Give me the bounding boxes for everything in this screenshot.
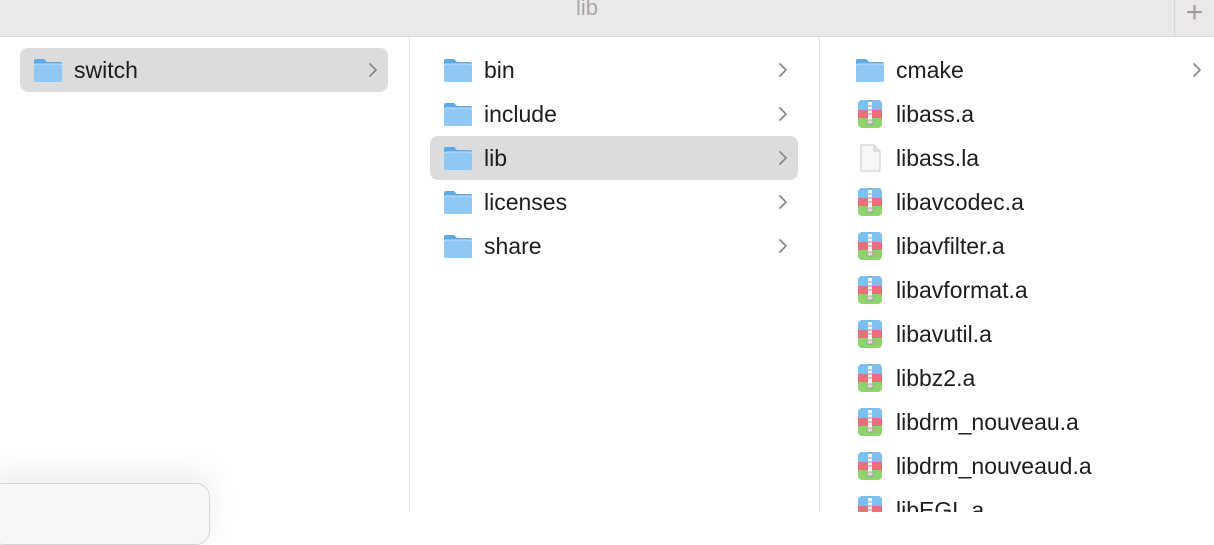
list-item-label: libbz2.a xyxy=(896,365,976,391)
list-item-label: share xyxy=(484,233,542,259)
list-item-label: libdrm_nouveau.a xyxy=(896,409,1079,435)
list-item[interactable]: switch xyxy=(20,48,388,92)
chevron-right-icon xyxy=(778,151,788,165)
list-item[interactable]: libdrm_nouveaud.a xyxy=(842,444,1212,488)
list-item[interactable]: libass.a xyxy=(842,92,1212,136)
list-item-label: libEGL.a xyxy=(896,497,985,512)
list-item[interactable]: libEGL.a xyxy=(842,488,1212,512)
chevron-right-icon xyxy=(778,239,788,253)
list-item-label: libass.la xyxy=(896,145,980,171)
archive-icon xyxy=(854,100,886,128)
archive-icon xyxy=(854,320,886,348)
list-item[interactable]: libavformat.a xyxy=(842,268,1212,312)
list-item[interactable]: libavutil.a xyxy=(842,312,1212,356)
folder-icon xyxy=(442,100,474,128)
list-item[interactable]: licenses xyxy=(430,180,798,224)
folder-icon xyxy=(442,144,474,172)
list-item-label: bin xyxy=(484,57,515,83)
list-item-label: libavfilter.a xyxy=(896,233,1005,259)
folder-icon xyxy=(442,188,474,216)
column-1[interactable]: switch xyxy=(0,37,410,512)
list-item-label: lib xyxy=(484,145,508,171)
column-3[interactable]: cmake libass.a libass.la libavcodec.a libavf… xyxy=(820,37,1214,512)
chevron-right-icon xyxy=(778,63,788,77)
archive-icon xyxy=(854,276,886,304)
list-item[interactable]: cmake xyxy=(842,48,1212,92)
list-item[interactable]: bin xyxy=(430,48,798,92)
document-icon xyxy=(854,144,886,172)
window-title[interactable]: lib xyxy=(0,0,1174,21)
folder-icon xyxy=(442,56,474,84)
folder-icon xyxy=(854,56,886,84)
tab-bar: lib + xyxy=(0,0,1214,37)
list-item[interactable]: include xyxy=(430,92,798,136)
list-item-label: libavutil.a xyxy=(896,321,992,347)
chevron-right-icon xyxy=(778,195,788,209)
chevron-right-icon xyxy=(368,63,378,77)
folder-icon xyxy=(32,56,64,84)
list-item-label: licenses xyxy=(484,189,568,215)
new-tab-button[interactable]: + xyxy=(1174,0,1214,37)
chevron-right-icon xyxy=(1192,63,1202,77)
list-item[interactable]: libbz2.a xyxy=(842,356,1212,400)
archive-icon xyxy=(854,364,886,392)
list-item[interactable]: libavcodec.a xyxy=(842,180,1212,224)
archive-icon xyxy=(854,232,886,260)
list-item-label: libass.a xyxy=(896,101,974,127)
list-item-label: libavformat.a xyxy=(896,277,1028,303)
chevron-right-icon xyxy=(778,107,788,121)
list-item[interactable]: share xyxy=(430,224,798,268)
list-item-label: include xyxy=(484,101,557,127)
folder-icon xyxy=(442,232,474,260)
list-item[interactable]: libdrm_nouveau.a xyxy=(842,400,1212,444)
list-item-label: libavcodec.a xyxy=(896,189,1024,215)
archive-icon xyxy=(854,188,886,216)
floating-panel xyxy=(0,483,210,545)
archive-icon xyxy=(854,408,886,436)
list-item[interactable]: libass.la xyxy=(842,136,1212,180)
list-item-label: cmake xyxy=(896,57,964,83)
list-item[interactable]: lib xyxy=(430,136,798,180)
column-2[interactable]: bin include lib licenses share xyxy=(410,37,820,512)
list-item[interactable]: libavfilter.a xyxy=(842,224,1212,268)
archive-icon xyxy=(854,452,886,480)
list-item-label: libdrm_nouveaud.a xyxy=(896,453,1092,479)
list-item-label: switch xyxy=(74,57,138,83)
archive-icon xyxy=(854,496,886,512)
